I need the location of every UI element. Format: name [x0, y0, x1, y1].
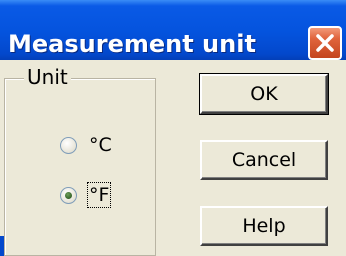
- close-x-icon: [316, 34, 334, 52]
- radio-button-fahrenheit[interactable]: [60, 186, 77, 204]
- dialog-body: Unit °C °F OK Cancel Help: [0, 60, 346, 256]
- radio-selected-dot: [65, 191, 72, 199]
- measurement-unit-dialog: Measurement unit Unit °C °F OK Cancel He…: [0, 0, 346, 256]
- radio-button-celsius[interactable]: [60, 136, 77, 154]
- radio-label-celsius: °C: [89, 134, 112, 156]
- title-bar[interactable]: Measurement unit: [0, 0, 346, 60]
- help-button[interactable]: Help: [200, 206, 328, 246]
- ok-button[interactable]: OK: [199, 73, 329, 115]
- cancel-button[interactable]: Cancel: [200, 140, 328, 180]
- close-button[interactable]: [308, 26, 342, 60]
- radio-label-fahrenheit: °F: [86, 182, 112, 208]
- window-title: Measurement unit: [8, 30, 256, 58]
- radio-fahrenheit[interactable]: °F: [60, 182, 112, 208]
- window-border: [0, 236, 4, 256]
- radio-celsius[interactable]: °C: [60, 132, 112, 158]
- unit-groupbox: [4, 78, 156, 256]
- unit-group-label: Unit: [24, 66, 71, 88]
